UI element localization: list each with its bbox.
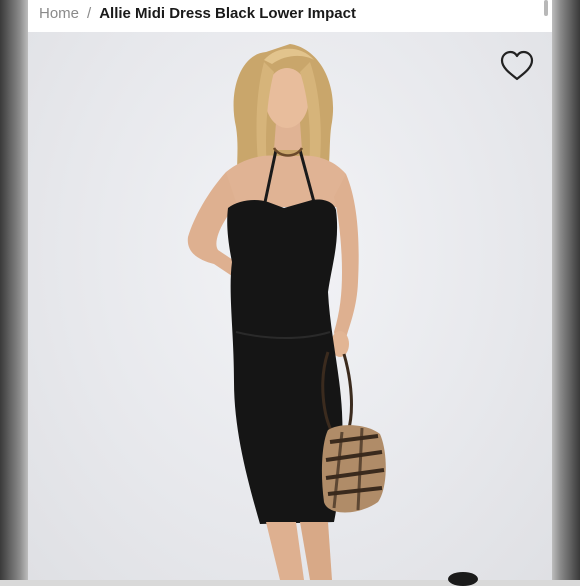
product-page: Home / Allie Midi Dress Black Lower Impa… xyxy=(28,0,552,580)
product-image[interactable] xyxy=(28,32,552,580)
scrollbar-thumb[interactable] xyxy=(544,0,548,16)
breadcrumb-home-link[interactable]: Home xyxy=(39,5,79,22)
breadcrumb: Home / Allie Midi Dress Black Lower Impa… xyxy=(39,0,356,26)
carousel-indicator[interactable] xyxy=(448,572,478,586)
wishlist-heart-icon[interactable] xyxy=(500,50,534,82)
right-frame xyxy=(552,0,580,580)
model-illustration xyxy=(187,44,386,580)
left-frame xyxy=(0,0,28,580)
breadcrumb-current-page: Allie Midi Dress Black Lower Impact xyxy=(99,4,356,22)
breadcrumb-separator: / xyxy=(87,4,92,22)
